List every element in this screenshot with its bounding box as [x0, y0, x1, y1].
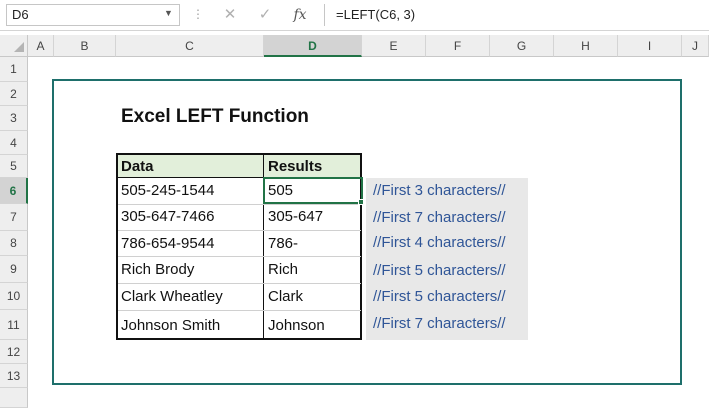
cell-data[interactable]: 786-654-9544: [121, 235, 214, 252]
row-header-8[interactable]: 8: [0, 231, 28, 256]
row-divider: [118, 204, 361, 205]
row-divider: [118, 230, 361, 231]
cell-data[interactable]: Clark Wheatley: [121, 288, 223, 305]
fill-handle[interactable]: [358, 199, 364, 205]
row-header-2[interactable]: 2: [0, 82, 28, 106]
comment-text: //First 7 characters//: [373, 315, 506, 332]
cell-result[interactable]: 786-: [268, 235, 298, 252]
page-title: Excel LEFT Function: [121, 106, 309, 127]
row-header-14[interactable]: [0, 388, 28, 408]
row-divider: [118, 283, 361, 284]
comment-text: //First 7 characters//: [373, 209, 506, 226]
column-header-j[interactable]: J: [682, 35, 709, 57]
formula-text: =LEFT(C6, 3): [336, 7, 416, 22]
cell-data[interactable]: 505-245-1544: [121, 182, 214, 199]
row-header-4[interactable]: 4: [0, 131, 28, 155]
row-header-10[interactable]: 10: [0, 283, 28, 310]
cell-result[interactable]: Clark: [268, 288, 303, 305]
comment-text: //First 5 characters//: [373, 262, 506, 279]
enter-icon[interactable]: ✓: [252, 3, 278, 27]
comment-text: //First 5 characters//: [373, 288, 506, 305]
row-divider: [118, 310, 361, 311]
row-header-3[interactable]: 3: [0, 106, 28, 131]
cell-data[interactable]: Johnson Smith: [121, 317, 220, 334]
select-all-icon: [14, 42, 24, 52]
column-header-f[interactable]: F: [426, 35, 490, 57]
column-header-h[interactable]: H: [554, 35, 618, 57]
row-header-5[interactable]: 5: [0, 155, 28, 178]
row-header-7[interactable]: 7: [0, 204, 28, 231]
header-results[interactable]: Results: [268, 158, 322, 175]
row-header-9[interactable]: 9: [0, 256, 28, 283]
column-header-c[interactable]: C: [116, 35, 264, 57]
drag-handle-icon[interactable]: ⋮: [192, 7, 204, 21]
row-header-1[interactable]: 1: [0, 57, 28, 82]
column-header-b[interactable]: B: [54, 35, 116, 57]
cell-result[interactable]: Johnson: [268, 317, 325, 334]
cancel-icon[interactable]: ✕: [217, 3, 243, 27]
row-divider: [118, 256, 361, 257]
name-box[interactable]: [6, 4, 180, 26]
row-header-12[interactable]: 12: [0, 340, 28, 364]
column-header-a[interactable]: A: [28, 35, 54, 57]
row-header-6[interactable]: 6: [0, 178, 28, 204]
column-header-g[interactable]: G: [490, 35, 554, 57]
comment-text: //First 4 characters//: [373, 234, 506, 251]
row-header-13[interactable]: 13: [0, 364, 28, 388]
cell-data[interactable]: 305-647-7466: [121, 208, 214, 225]
row-header-11[interactable]: 11: [0, 310, 28, 340]
insert-function-icon[interactable]: fx: [287, 3, 313, 27]
column-header-e[interactable]: E: [362, 35, 426, 57]
cell-result[interactable]: 305-647: [268, 208, 323, 225]
chevron-down-icon[interactable]: ▼: [164, 8, 173, 18]
cell-data[interactable]: Rich Brody: [121, 261, 194, 278]
cell-result[interactable]: Rich: [268, 261, 298, 278]
header-data[interactable]: Data: [121, 158, 154, 175]
column-header-d[interactable]: D: [264, 35, 362, 57]
column-header-i[interactable]: I: [618, 35, 682, 57]
name-box-value: D6: [12, 7, 29, 22]
active-cell-selection[interactable]: [263, 177, 363, 204]
comment-text: //First 3 characters//: [373, 182, 506, 199]
